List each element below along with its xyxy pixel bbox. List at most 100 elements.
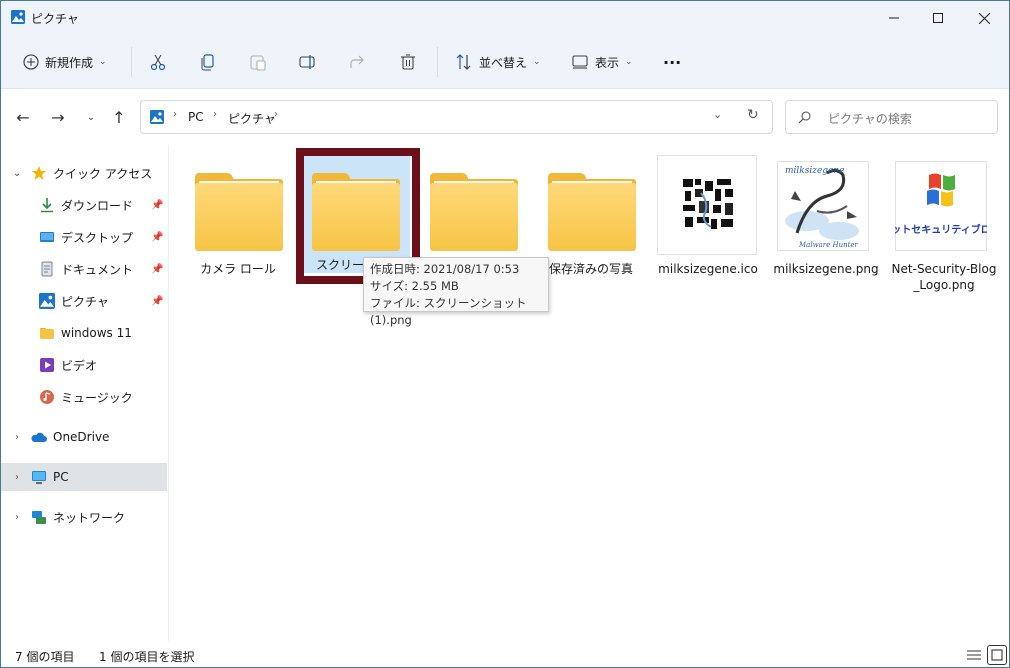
chevron-down-icon[interactable]: ⌄ <box>11 168 23 179</box>
arrow-up-icon: ↑ <box>112 107 126 127</box>
file-tile[interactable]: カメラ ロール <box>183 149 293 289</box>
window-title: ピクチャ <box>31 12 79 26</box>
sort-button[interactable]: 並べ替え ⌄ <box>455 47 541 77</box>
item-count: 7 個の項目 <box>15 650 75 664</box>
sidebar-label: ダウンロード <box>61 198 134 213</box>
document-icon <box>41 261 53 277</box>
sidebar-label: ピクチャ <box>61 294 109 309</box>
dragon-image-icon: milksizegene Malware Hunter <box>777 161 869 251</box>
search-icon <box>798 111 811 124</box>
chevron-right-icon[interactable]: › <box>11 432 23 443</box>
plus-circle-icon <box>23 54 39 70</box>
file-tile[interactable]: 保存済みの写真 <box>536 149 646 289</box>
star-icon <box>32 166 46 180</box>
file-tile[interactable]: milksizegene.ico <box>653 149 763 289</box>
arrow-left-icon: ← <box>16 107 30 127</box>
command-bar: 新規作成 ⌄ 並べ替え ⌄ 表示 ⌄ ··· <box>1 35 1009 89</box>
thumb-label: milksizegene <box>785 166 845 176</box>
pictures-icon <box>39 293 55 309</box>
file-name: milksizegene.ico <box>658 262 758 276</box>
windows-logo-image-icon: ネットセキュリティブログ <box>881 161 1001 251</box>
cut-button[interactable] <box>149 47 167 77</box>
sidebar-item-desktop[interactable]: デスクトップ 📌 <box>1 223 167 251</box>
pin-icon: 📌 <box>151 199 164 211</box>
minimize-button[interactable] <box>871 1 917 35</box>
desktop-icon <box>40 232 54 242</box>
sidebar-item-network[interactable]: › ネットワーク <box>1 503 167 531</box>
chevron-right-icon[interactable]: › <box>11 512 23 523</box>
sidebar-item-onedrive[interactable]: › OneDrive <box>1 423 167 451</box>
rename-button[interactable] <box>299 47 317 77</box>
image-thumbnail: milksizegene Malware Hunter <box>777 161 869 251</box>
folder-icon <box>428 159 518 251</box>
more-button[interactable]: ··· <box>663 47 681 77</box>
sort-icon <box>456 54 471 70</box>
download-icon <box>41 198 53 213</box>
status-bar: 7 個の項目 1 個の項目を選択 <box>1 641 1009 668</box>
sidebar-label: PC <box>53 470 69 484</box>
sidebar-label: ドキュメント <box>61 262 134 277</box>
maximize-button[interactable] <box>915 1 961 35</box>
image-thumbnail <box>657 155 758 256</box>
tooltip-created: 作成日時: 2021/08/17 0:53 <box>370 262 520 276</box>
refresh-icon[interactable]: ↻ <box>747 107 759 123</box>
tiles-view-button[interactable] <box>987 645 1007 665</box>
pin-icon: 📌 <box>151 295 164 307</box>
network-icon <box>32 511 46 524</box>
computer-icon <box>32 471 46 484</box>
explorer-window: ピクチャ 新規作成 ⌄ 並べ替え ⌄ 表示 ⌄ ··· ← → ⌄ ↑ › PC… <box>0 0 1010 668</box>
video-icon <box>40 358 54 372</box>
recent-locations-button[interactable]: ⌄ <box>81 107 101 127</box>
sidebar-item-downloads[interactable]: ダウンロード 📌 <box>1 191 167 219</box>
navigation-pane: ⌄ クイック アクセス ダウンロード 📌 デスクトップ 📌 ドキュメント 📌 ピ… <box>1 145 169 641</box>
history-dropdown-icon[interactable]: ⌄ <box>713 108 722 121</box>
view-icon <box>572 55 588 69</box>
toolbar-divider <box>131 47 132 77</box>
file-tile[interactable]: milksizegene Malware Hunter milksizegene… <box>771 149 881 289</box>
close-button[interactable] <box>961 1 1007 35</box>
forward-button[interactable]: → <box>48 107 68 127</box>
qr-image-icon <box>681 177 735 231</box>
sidebar-label: クイック アクセス <box>53 166 153 181</box>
sidebar-item-videos[interactable]: ビデオ <box>1 351 167 379</box>
chevron-right-icon[interactable]: › <box>11 472 23 483</box>
back-button[interactable]: ← <box>13 107 33 127</box>
sidebar-item-pc[interactable]: › PC <box>1 463 167 491</box>
file-tile[interactable]: ネットセキュリティブログ Net-Security-Blog_Logo.png <box>881 149 1001 292</box>
chevron-down-icon: ⌄ <box>533 57 541 67</box>
pictures-icon <box>150 110 164 124</box>
pin-icon: 📌 <box>151 231 164 243</box>
share-button[interactable] <box>349 47 367 77</box>
chevron-right-icon: › <box>213 109 217 120</box>
sidebar-item-windows11[interactable]: windows 11 <box>1 319 167 347</box>
thumb-label: ネットセキュリティブログ <box>895 223 987 236</box>
delete-button[interactable] <box>399 47 417 77</box>
sidebar-item-music[interactable]: ミュージック <box>1 383 167 411</box>
paste-button[interactable] <box>249 47 267 77</box>
view-button[interactable]: 表示 ⌄ <box>571 47 633 77</box>
list-view-icon <box>967 650 981 660</box>
new-label: 新規作成 <box>45 55 94 70</box>
music-icon <box>40 390 54 404</box>
details-view-button[interactable] <box>965 646 983 664</box>
tooltip-size: サイズ: 2.55 MB <box>370 279 459 293</box>
paste-icon <box>250 55 266 71</box>
copy-button[interactable] <box>199 47 217 77</box>
breadcrumb-pictures[interactable]: ピクチャ <box>228 110 276 127</box>
address-bar[interactable]: › PC › ピクチャ › ⌄ ↻ <box>140 100 773 134</box>
chevron-down-icon: ⌄ <box>99 57 107 67</box>
chevron-right-icon: › <box>274 109 278 120</box>
breadcrumb-pc[interactable]: PC <box>188 110 204 124</box>
up-button[interactable]: ↑ <box>109 107 129 127</box>
scissors-icon <box>150 54 166 71</box>
sidebar-item-documents[interactable]: ドキュメント 📌 <box>1 255 167 283</box>
chevron-down-icon: ⌄ <box>625 57 633 67</box>
chevron-right-icon: › <box>173 109 177 120</box>
sidebar-item-pictures[interactable]: ピクチャ 📌 <box>1 287 167 315</box>
new-button[interactable]: 新規作成 ⌄ <box>23 47 107 77</box>
sidebar-label: ビデオ <box>61 358 98 373</box>
sidebar-label: デスクトップ <box>61 230 134 245</box>
search-box[interactable]: ピクチャの検索 <box>785 100 998 134</box>
sidebar-item-quick-access[interactable]: ⌄ クイック アクセス <box>1 159 167 187</box>
sidebar-label: windows 11 <box>61 326 132 340</box>
